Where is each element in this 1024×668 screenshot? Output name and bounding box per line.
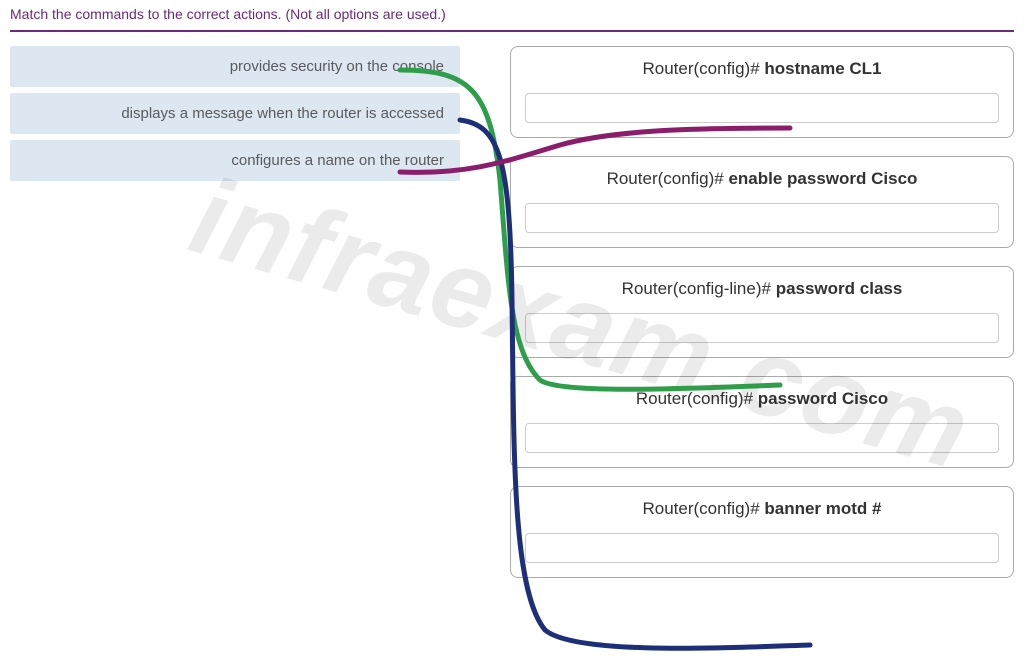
match-layout: provides security on the console display… [0,46,1024,596]
command-text: banner motd # [764,499,881,518]
instruction-text: Match the commands to the correct action… [0,0,1024,30]
target-box: Router(config-line)# password class [510,266,1014,358]
command-text: password Cisco [758,389,888,408]
action-item[interactable]: configures a name on the router [10,140,460,181]
drop-zone[interactable] [525,423,999,453]
target-label: Router(config)# banner motd # [525,499,999,519]
drop-zone[interactable] [525,93,999,123]
target-box: Router(config)# hostname CL1 [510,46,1014,138]
drop-zone[interactable] [525,533,999,563]
target-box: Router(config)# enable password Cisco [510,156,1014,248]
drop-zone[interactable] [525,313,999,343]
command-prefix: Router(config-line)# [622,279,776,298]
action-item[interactable]: provides security on the console [10,46,460,87]
command-prefix: Router(config)# [607,169,729,188]
command-text: hostname CL1 [764,59,881,78]
target-box: Router(config)# password Cisco [510,376,1014,468]
target-label: Router(config)# enable password Cisco [525,169,999,189]
actions-column: provides security on the console display… [10,46,460,596]
action-item[interactable]: displays a message when the router is ac… [10,93,460,134]
command-prefix: Router(config)# [636,389,758,408]
command-text: enable password Cisco [728,169,917,188]
command-text: password class [776,279,903,298]
target-label: Router(config)# password Cisco [525,389,999,409]
target-box: Router(config)# banner motd # [510,486,1014,578]
divider [10,30,1014,32]
target-label: Router(config)# hostname CL1 [525,59,999,79]
drop-zone[interactable] [525,203,999,233]
targets-column: Router(config)# hostname CL1 Router(conf… [510,46,1014,596]
target-label: Router(config-line)# password class [525,279,999,299]
command-prefix: Router(config)# [642,59,764,78]
command-prefix: Router(config)# [642,499,764,518]
